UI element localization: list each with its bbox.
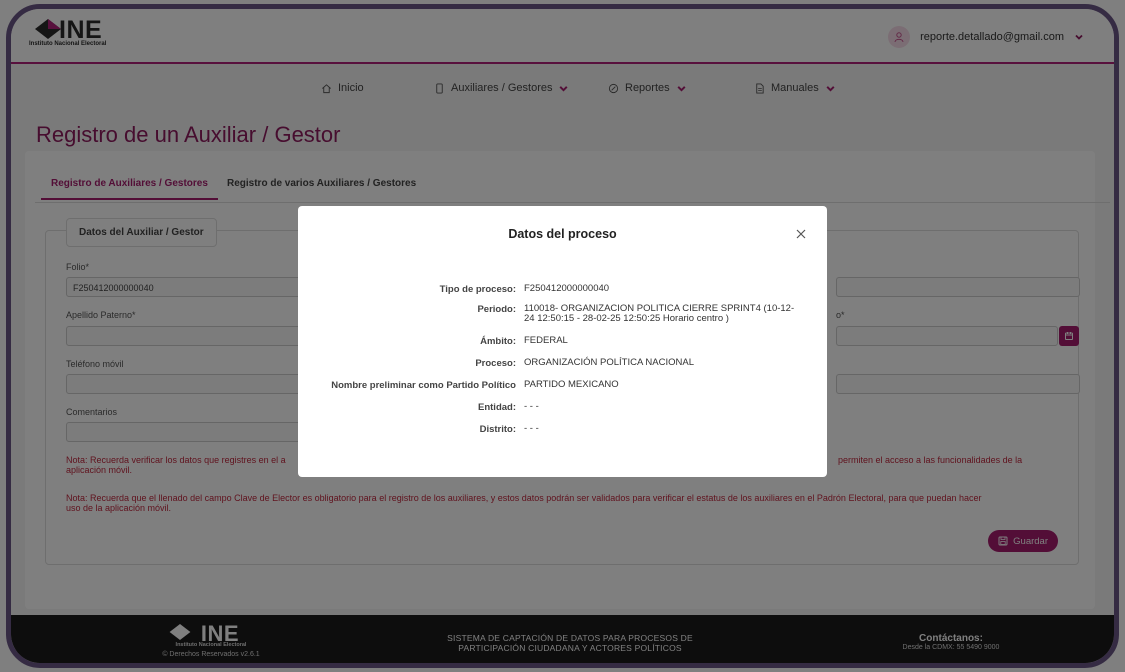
detail-key: Periodo: xyxy=(477,304,516,315)
detail-key: Ámbito: xyxy=(480,336,516,347)
detail-key: Nombre preliminar como Partido Político xyxy=(331,380,516,391)
detail-value: - - - xyxy=(524,401,539,412)
detail-value: ORGANIZACIÓN POLÍTICA NACIONAL xyxy=(524,357,694,368)
process-data-modal: Datos del proceso Tipo de proceso: F2504… xyxy=(298,206,827,477)
detail-value: F250412000000040 xyxy=(524,283,610,294)
detail-value: - - - xyxy=(524,423,539,434)
detail-key: Tipo de proceso: xyxy=(439,284,516,295)
detail-value: PARTIDO MEXICANO xyxy=(524,379,619,390)
detail-key: Entidad: xyxy=(478,402,516,413)
modal-title: Datos del proceso xyxy=(508,227,617,241)
detail-value: FEDERAL xyxy=(524,335,568,346)
detail-key: Proceso: xyxy=(475,358,516,369)
detail-value: 110018- ORGANIZACION POLITICA CIERRE SPR… xyxy=(524,303,795,324)
detail-key: Distrito: xyxy=(479,424,516,435)
close-icon[interactable] xyxy=(795,228,807,240)
